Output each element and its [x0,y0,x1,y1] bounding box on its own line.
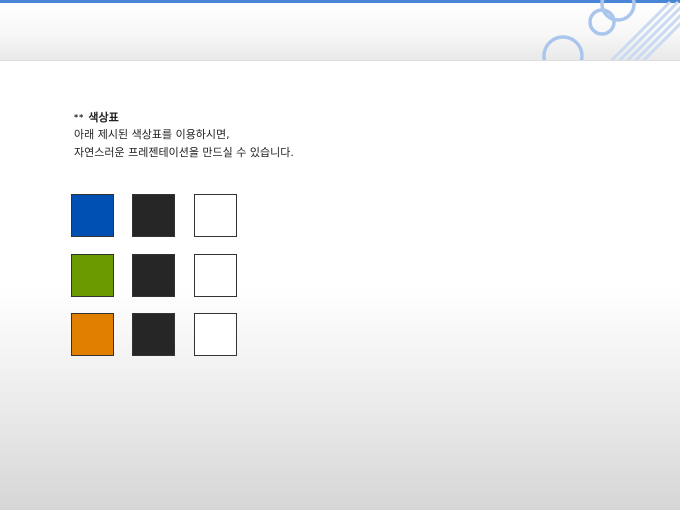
swatch-white-3 [194,313,237,356]
swatch-green [71,254,114,297]
section-heading: ** 색상표 [74,110,494,126]
swatch-white-1 [194,194,237,237]
description-line-1: 아래 제시된 색상표를 이용하시면, [74,128,230,141]
color-palette [71,194,241,358]
decorative-circles-graphic [542,0,680,60]
swatch-blue [71,194,114,237]
heading-bullets: ** [74,113,85,122]
swatch-dark-1 [132,194,175,237]
swatch-dark-3 [132,313,175,356]
swatch-orange [71,313,114,356]
description-block: ** 색상표 아래 제시된 색상표를 이용하시면, 자연스러운 프레젠테이션을 만… [74,110,494,162]
swatch-white-2 [194,254,237,297]
heading-text: 색상표 [88,111,119,124]
description-line-2: 자연스러운 프레젠테이션을 만드실 수 있습니다. [74,146,294,159]
swatch-dark-2 [132,254,175,297]
slide: ** 색상표 아래 제시된 색상표를 이용하시면, 자연스러운 프레젠테이션을 만… [0,0,680,510]
